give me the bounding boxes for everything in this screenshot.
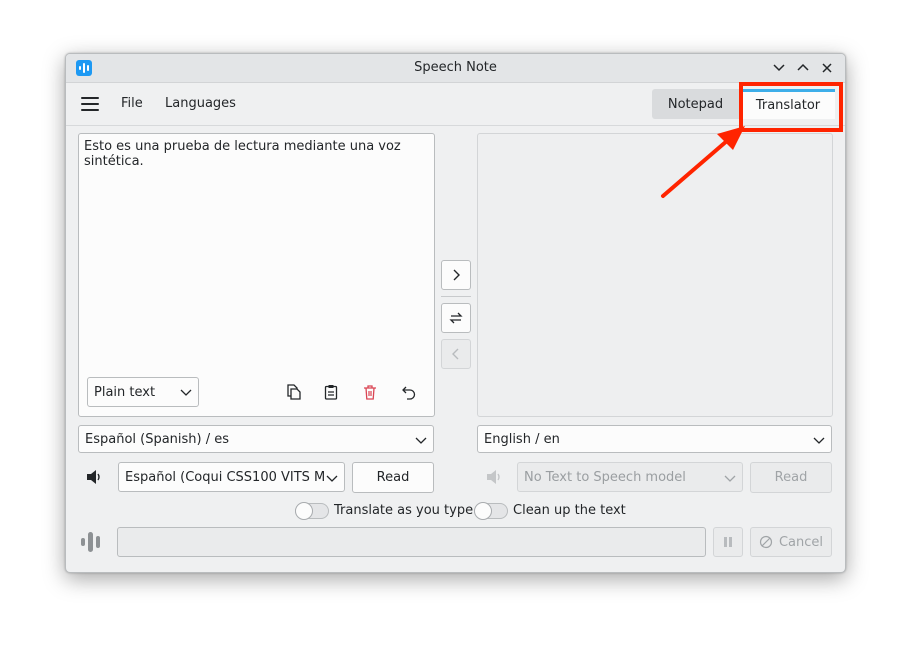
- target-language-select[interactable]: English / en: [477, 425, 832, 453]
- toolbar: File Languages Notepad Translator: [66, 83, 845, 125]
- swap-languages-button[interactable]: [441, 303, 471, 333]
- close-button[interactable]: [817, 58, 837, 78]
- close-icon: [822, 63, 832, 73]
- title-bar: Speech Note: [66, 54, 845, 83]
- chevron-down-icon: [415, 437, 427, 444]
- trash-icon: [364, 385, 376, 400]
- cancel-icon: [759, 535, 773, 549]
- progress-bar: [117, 527, 706, 557]
- target-language-value: English / en: [484, 431, 560, 447]
- annotation-highlight-box: [739, 82, 843, 132]
- translate-back-button[interactable]: [441, 339, 471, 369]
- target-speaker-icon: [484, 467, 504, 487]
- chevron-down-icon: [724, 475, 736, 482]
- chevron-down-icon: [180, 389, 192, 396]
- source-tts-model-select[interactable]: Español (Coqui CSS100 VITS Male: [118, 462, 345, 492]
- source-language-select[interactable]: Español (Spanish) / es: [78, 425, 434, 453]
- chevron-up-icon: [797, 63, 809, 71]
- source-text[interactable]: Esto es una prueba de lectura mediante u…: [84, 139, 424, 169]
- translate-as-you-type-switch[interactable]: [295, 502, 329, 520]
- minimize-button[interactable]: [769, 58, 789, 78]
- source-speaker-icon: [84, 467, 104, 487]
- clean-up-text-switch[interactable]: [474, 502, 508, 520]
- delete-button[interactable]: [360, 382, 380, 402]
- clipboard-icon: [324, 385, 338, 400]
- copy-button[interactable]: [283, 382, 303, 402]
- swap-icon: [449, 312, 463, 324]
- pause-button[interactable]: [713, 527, 743, 557]
- speaker-icon: [487, 470, 500, 484]
- toolbar-divider: [66, 125, 845, 126]
- window-title: Speech Note: [414, 60, 497, 75]
- target-tts-model-select[interactable]: No Text to Speech model: [517, 462, 743, 492]
- cancel-label: Cancel: [778, 534, 824, 550]
- source-language-value: Español (Spanish) / es: [85, 431, 230, 447]
- translate-forward-button[interactable]: [441, 260, 471, 290]
- copy-icon: [287, 384, 301, 400]
- paste-button[interactable]: [321, 382, 341, 402]
- undo-icon: [402, 386, 416, 400]
- cancel-button[interactable]: Cancel: [750, 527, 832, 557]
- microphone-waveform-icon: [81, 532, 100, 552]
- middle-divider: [441, 296, 471, 297]
- target-read-button[interactable]: Read: [750, 462, 832, 493]
- target-text-panel[interactable]: [477, 133, 833, 417]
- maximize-button[interactable]: [793, 58, 813, 78]
- clean-up-text-label: Clean up the text: [513, 503, 626, 518]
- source-text-panel[interactable]: Esto es una prueba de lectura mediante u…: [78, 133, 435, 417]
- tab-notepad[interactable]: Notepad: [652, 89, 739, 119]
- undo-button[interactable]: [399, 382, 419, 402]
- source-tts-model-value: Español (Coqui CSS100 VITS Male: [125, 469, 325, 485]
- chevron-down-icon: [773, 64, 785, 72]
- hamburger-menu-icon[interactable]: [81, 97, 99, 111]
- chevron-down-icon: [813, 437, 825, 444]
- target-tts-model-placeholder: No Text to Speech model: [524, 469, 686, 485]
- chevron-left-icon: [452, 348, 459, 360]
- chevron-right-icon: [453, 269, 460, 281]
- microphone-waveform-icon[interactable]: [80, 532, 108, 552]
- menu-file[interactable]: File: [121, 96, 143, 111]
- text-format-select[interactable]: Plain text: [87, 377, 199, 407]
- source-read-button[interactable]: Read: [352, 462, 434, 493]
- chevron-down-icon: [326, 475, 338, 482]
- pause-icon: [724, 537, 732, 547]
- app-window: Speech Note File Languages Notepad Trans…: [65, 53, 846, 573]
- translate-as-you-type-label: Translate as you type: [334, 503, 474, 518]
- menu-languages[interactable]: Languages: [165, 96, 236, 111]
- text-format-value: Plain text: [94, 384, 156, 400]
- speaker-icon: [87, 470, 100, 484]
